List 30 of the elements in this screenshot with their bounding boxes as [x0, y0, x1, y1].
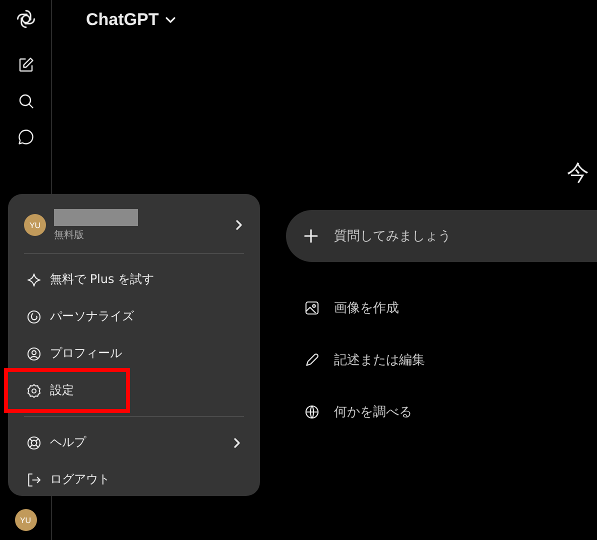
edit-icon[interactable]: [16, 56, 34, 74]
app-title[interactable]: ChatGPT: [86, 10, 159, 30]
plan-label: 無料版: [54, 228, 85, 242]
plus-icon[interactable]: [304, 229, 318, 243]
menu-item[interactable]: プロフィール: [16, 335, 252, 372]
settings-icon: [26, 382, 42, 398]
message-input[interactable]: 質問してみましょう: [332, 228, 586, 244]
circle-swirl-icon: [26, 308, 42, 324]
menu-item[interactable]: ヘルプ: [16, 409, 252, 461]
search-icon[interactable]: [16, 92, 34, 110]
lifebuoy-icon: [26, 434, 42, 450]
suggestion-item[interactable]: 何かを調べる: [304, 402, 597, 422]
menu-item[interactable]: 無料で Plus を試す: [16, 261, 252, 298]
image-icon: [304, 300, 320, 316]
chevron-right-icon: [234, 219, 244, 231]
chevron-right-icon: [232, 436, 242, 448]
chevron-down-icon[interactable]: [164, 16, 176, 24]
menu-item[interactable]: パーソナライズ: [16, 298, 252, 335]
chat-bubble-icon[interactable]: [16, 128, 34, 146]
highlighted-menu-item[interactable]: 設定: [8, 372, 126, 409]
profile-icon: [26, 346, 42, 362]
suggestion-item[interactable]: 画像を作成: [304, 298, 597, 318]
suggestion-item[interactable]: 記述または編集: [304, 350, 597, 370]
menu-item[interactable]: ログアウト: [16, 461, 252, 498]
sparkle-icon: [26, 272, 42, 288]
globe-icon: [304, 404, 320, 420]
logout-icon: [26, 472, 42, 488]
avatar: YU: [24, 214, 46, 236]
pencil-icon: [304, 352, 320, 368]
greeting-heading: 今: [567, 160, 590, 188]
